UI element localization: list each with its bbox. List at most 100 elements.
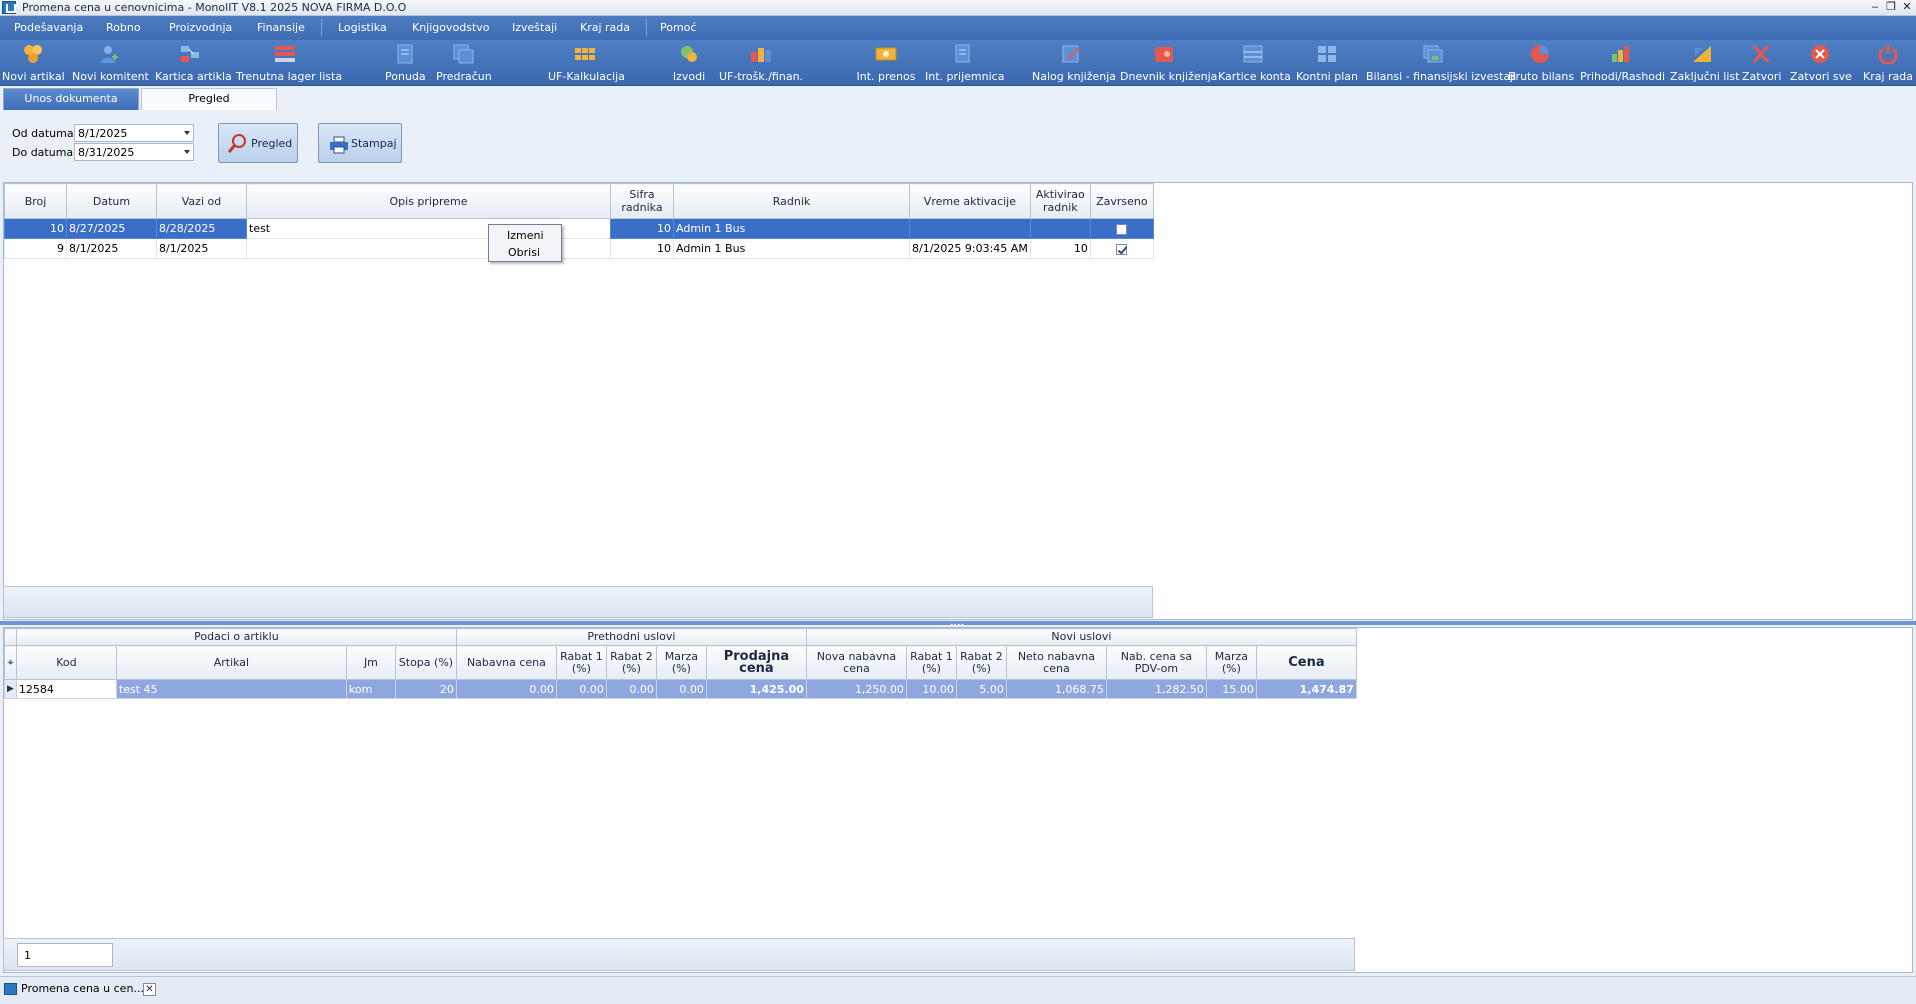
col-nova-nabavna-cena[interactable]: Nova nabavna cena [805,645,907,680]
preview-button[interactable]: Pregled [218,123,298,163]
to-date-picker[interactable]: 8/31/2025 [74,143,194,161]
menu-robno[interactable]: Robno [106,21,141,34]
cell-jm[interactable]: kom [345,679,396,699]
col-rabat2-new[interactable]: Rabat 2 (%) [955,645,1007,680]
cell-neto-nabavna-cena[interactable]: 1,068.75 [1005,679,1107,699]
zavrseno-checkbox[interactable] [1116,243,1128,255]
toolbar-uf-kalkulacija[interactable]: UF-Kalkulacija [548,44,625,84]
cell-artikal[interactable]: test 45 [115,679,347,699]
cell-nabavna-cena[interactable]: 0.00 [455,679,557,699]
col-marza-prev[interactable]: Marza (%) [655,645,707,680]
cell-nova-nabavna-cena[interactable]: 1,250.00 [805,679,907,699]
cell-vazi-od[interactable]: 8/28/2025 [156,218,247,239]
cell-rabat1-new[interactable]: 10.00 [905,679,957,699]
col-sifra-radnika[interactable]: Sifra radnika [610,183,674,219]
tab-unos-dokumenta[interactable]: Unos dokumenta [3,88,139,110]
col-radnik[interactable]: Radnik [673,183,910,219]
cell-vreme[interactable] [909,218,1031,239]
col-rabat2-prev[interactable]: Rabat 2 (%) [605,645,657,680]
toolbar-ponuda[interactable]: Ponuda [385,44,426,84]
toolbar-prihodi-rashodi[interactable]: Prihodi/Rashodi [1580,44,1665,84]
context-menu-izmeni[interactable]: Izmeni [507,229,544,242]
col-artikal[interactable]: Artikal [115,645,347,680]
toolbar-zatvori-sve[interactable]: Zatvori sve [1790,44,1852,84]
cell-broj[interactable]: 9 [4,238,67,259]
table-row[interactable]: 9 8/1/2025 8/1/2025 10 Admin 1 Bus 8/1/2… [4,238,1154,259]
menu-podesavanja[interactable]: Podešavanja [14,21,83,34]
cell-kod[interactable]: 12584 [15,679,117,699]
col-jm[interactable]: Jm [345,645,396,680]
cell-broj[interactable]: 10 [4,218,67,239]
menu-knjigovodstvo[interactable]: Knjigovodstvo [412,21,490,34]
panel-splitter[interactable]: •••• [0,621,1916,629]
toolbar-bilansi[interactable]: Bilansi - finansijski izvestaji [1366,44,1516,84]
cell-nab-cena-pdv[interactable]: 1,282.50 [1105,679,1207,699]
cell-sifra[interactable]: 10 [610,218,674,239]
cell-aktivirao[interactable] [1029,218,1091,239]
cell-vreme[interactable]: 8/1/2025 9:03:45 AM [909,238,1031,259]
menu-finansije[interactable]: Finansije [257,21,305,34]
menu-logistika[interactable]: Logistika [338,21,387,34]
cell-cena[interactable]: 1,474.87 [1255,679,1357,699]
col-neto-nabavna-cena[interactable]: Neto nabavna cena [1005,645,1107,680]
cell-vazi-od[interactable]: 8/1/2025 [156,238,247,259]
toolbar-int-prenos[interactable]: Int. prenos [856,44,916,84]
menu-pomoc[interactable]: Pomoć [660,21,696,34]
toolbar-kontni-plan[interactable]: Kontni plan [1296,44,1358,84]
col-vazi-od[interactable]: Vazi od [156,183,247,219]
cell-marza-new[interactable]: 15.00 [1205,679,1257,699]
cell-prodajna-cena[interactable]: 1,425.00 [705,679,807,699]
toolbar-zakljucni-list[interactable]: Zaključni list [1670,44,1739,84]
col-datum[interactable]: Datum [66,183,157,219]
cell-rabat1-prev[interactable]: 0.00 [555,679,607,699]
toolbar-kartice-konta[interactable]: Kartice konta [1218,44,1291,84]
toolbar-int-prijemnica[interactable]: Int. prijemnica [925,44,1004,84]
cell-radnik[interactable]: Admin 1 Bus [673,238,910,259]
context-menu-obrisi[interactable]: Obrisi [508,246,540,259]
toolbar-dnevnik-knjizenja[interactable]: Dnevnik knjiženja [1120,44,1217,84]
col-aktivirao-radnik[interactable]: Aktivirao radnik [1029,183,1091,219]
cell-stopa[interactable]: 20 [394,679,457,699]
toolbar-nalog-knjizenja[interactable]: Nalog knjiženja [1032,44,1116,84]
col-zavrseno[interactable]: Zavrseno [1089,183,1154,219]
toolbar-kartica-artikla[interactable]: Kartica artikla [155,44,232,84]
toolbar-bruto-bilans[interactable]: Bruto bilans [1508,44,1574,84]
table-row[interactable]: 10 8/27/2025 8/28/2025 test 10 Admin 1 B… [4,218,1154,239]
toolbar-novi-komitent[interactable]: Novi komitent [72,44,149,84]
zavrseno-checkbox[interactable] [1116,223,1128,235]
menu-izvestaji[interactable]: Izveštaji [512,21,557,34]
from-date-picker[interactable]: 8/1/2025 [74,124,194,142]
col-rabat1-new[interactable]: Rabat 1 (%) [905,645,957,680]
col-nabavna-cena[interactable]: Nabavna cena [455,645,557,680]
toolbar-lager-lista[interactable]: Trenutna lager lista [236,44,342,84]
menu-proizvodnja[interactable]: Proizvodnja [169,21,232,34]
print-button[interactable]: Stampaj [318,123,402,163]
toolbar-novi-artikal[interactable]: Novi artikal [2,44,65,84]
cell-datum[interactable]: 8/27/2025 [66,218,157,239]
toolbar-zatvori[interactable]: Zatvori [1742,44,1781,84]
cell-rabat2-new[interactable]: 5.00 [955,679,1007,699]
col-stopa[interactable]: Stopa (%) [394,645,457,680]
toolbar-izvodi[interactable]: Izvodi [670,44,708,84]
col-kod[interactable]: Kod [15,645,117,680]
tab-pregled[interactable]: Pregled [141,88,277,110]
cell-zavrseno[interactable] [1089,218,1154,239]
col-opis-pripreme[interactable]: Opis pripreme [246,183,611,219]
cell-radnik[interactable]: Admin 1 Bus [673,218,910,239]
menu-kraj-rada[interactable]: Kraj rada [580,21,630,34]
cell-rabat2-prev[interactable]: 0.00 [605,679,657,699]
col-nab-cena-pdv[interactable]: Nab. cena sa PDV-om [1105,645,1207,680]
close-window-button[interactable]: ✕ [1898,0,1916,15]
cell-aktivirao[interactable]: 10 [1029,238,1091,259]
toolbar-kraj-rada[interactable]: Kraj rada [1862,44,1914,84]
col-rabat1-prev[interactable]: Rabat 1 (%) [555,645,607,680]
cell-sifra[interactable]: 10 [610,238,674,259]
toolbar-predracun[interactable]: Predračun [436,44,492,84]
col-broj[interactable]: Broj [4,183,67,219]
col-prodajna-cena[interactable]: Prodajna cena [705,645,807,680]
col-marza-new[interactable]: Marza (%) [1205,645,1257,680]
page-number-input[interactable]: 1 [17,943,113,967]
table-row[interactable]: ▶ 12584 test 45 kom 20 0.00 0.00 0.00 0.… [4,679,1357,699]
task-promena-cena[interactable]: Promena cena u cen... [4,982,144,1002]
col-vreme-aktivacije[interactable]: Vreme aktivacije [909,183,1031,219]
